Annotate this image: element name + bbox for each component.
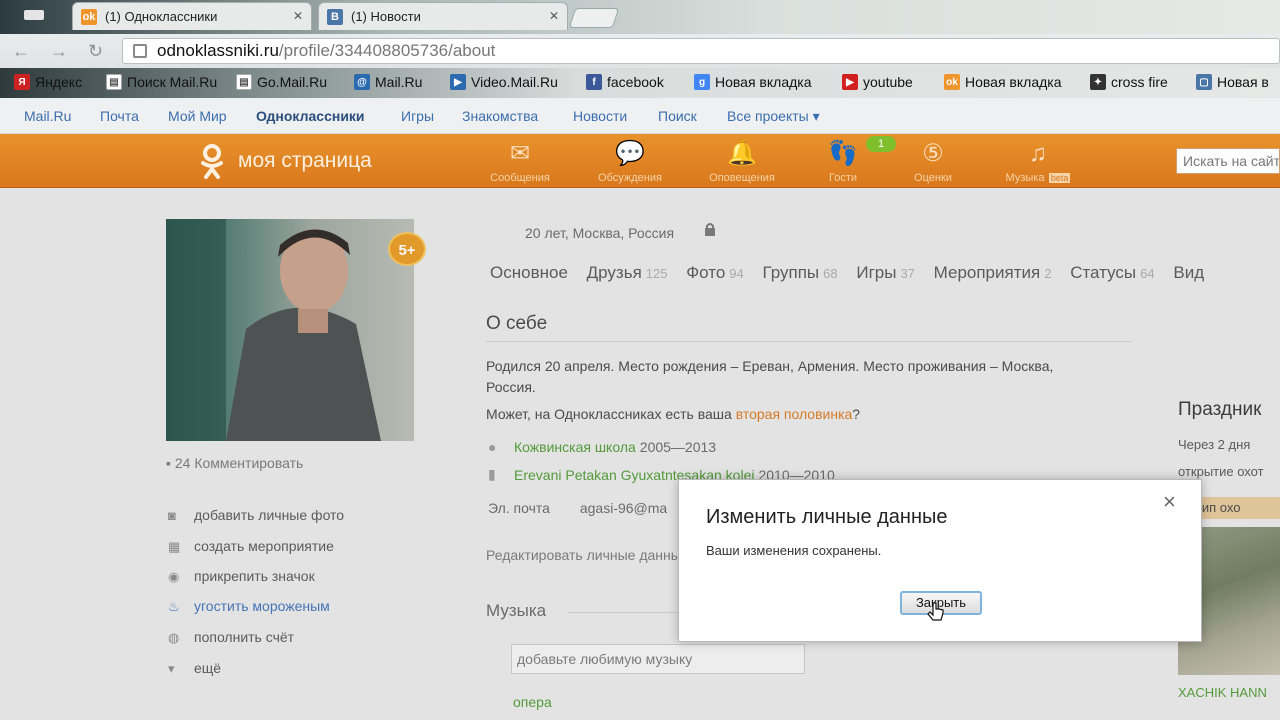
url-path: /profile/334408805736/about — [278, 41, 496, 60]
beta-badge: beta — [1048, 173, 1071, 183]
nav-mail[interactable]: Почта — [100, 108, 139, 124]
url-host: odnoklassniki.ru — [157, 41, 279, 60]
bookmark-go-mailru[interactable]: ▤ Go.Mail.Ru — [236, 74, 327, 90]
browser-toolbar: ← → ↻ odnoklassniki.ru/profile/334408805… — [0, 34, 1280, 68]
tab-odnoklassniki[interactable]: ok (1) Одноклассники ✕ — [72, 2, 312, 30]
browser-menu-icon[interactable] — [24, 10, 44, 20]
bookmark-yandex[interactable]: Я Яндекс — [14, 74, 82, 90]
close-icon[interactable]: ✕ — [549, 9, 559, 23]
bookmark-new-tab-ok[interactable]: ok Новая вкладка — [944, 74, 1062, 90]
nav-news[interactable]: Новости — [573, 108, 627, 124]
tab-title: (1) Новости — [351, 9, 421, 24]
new-tab-button[interactable] — [568, 8, 620, 28]
dialog-title: Изменить личные данные — [706, 506, 948, 528]
vk-logo-icon: В — [327, 8, 343, 25]
rating-icon: ⑤ — [922, 140, 944, 167]
document-icon: ▤ — [236, 74, 252, 90]
tab-news[interactable]: В (1) Новости ✕ — [318, 2, 568, 30]
vk-logo-icon: ▢ — [1196, 74, 1212, 90]
bookmark-new-tab-google[interactable]: g Новая вкладка — [694, 74, 812, 90]
crossfire-icon: ✦ — [1090, 74, 1106, 90]
forward-arrow-icon[interactable]: → — [50, 41, 68, 62]
envelope-icon: ✉ — [509, 140, 531, 167]
nav-games[interactable]: Игры — [401, 108, 434, 124]
youtube-icon: ▶ — [842, 74, 858, 90]
site-search-input[interactable]: Искать на сайте — [1176, 148, 1280, 174]
bookmark-new-tab-vk[interactable]: ▢ Новая в — [1196, 74, 1269, 90]
nav-my-world[interactable]: Мой Мир — [168, 108, 227, 124]
mailru-nav: Mail.Ru Почта Мой Мир Одноклассники Игры… — [0, 98, 1280, 134]
mailru-icon: @ — [354, 74, 370, 90]
my-page-link[interactable]: моя страница — [238, 149, 372, 173]
bookmark-search-mailru[interactable]: ▤ Поиск Mail.Ru — [106, 74, 217, 90]
close-icon[interactable]: ✕ — [293, 9, 303, 23]
ok-logo-icon: ok — [81, 8, 97, 25]
bell-icon: 🔔 — [727, 140, 757, 167]
tab-title: (1) Одноклассники — [105, 9, 218, 24]
video-icon: ▶ — [450, 74, 466, 90]
music-icon: ♫ — [1029, 140, 1047, 167]
nav-dating[interactable]: Знакомства — [462, 108, 538, 124]
reload-icon[interactable]: ↻ — [88, 41, 103, 62]
chat-icon: 💬 — [615, 140, 645, 167]
ratings-button[interactable]: ⑤ Оценки — [893, 140, 973, 186]
ok-logo-icon: ok — [944, 74, 960, 90]
notifications-button[interactable]: 🔔 Оповещения — [702, 140, 782, 186]
bookmark-mailru[interactable]: @ Mail.Ru — [354, 74, 422, 90]
google-icon: g — [694, 74, 710, 90]
nav-all-projects[interactable]: Все проекты ▾ — [727, 108, 820, 125]
nav-odnoklassniki[interactable]: Одноклассники — [256, 108, 365, 124]
back-arrow-icon[interactable]: ← — [12, 41, 30, 62]
messages-button[interactable]: ✉ Сообщения — [480, 140, 560, 186]
bookmark-cross-fire[interactable]: ✦ cross fire — [1090, 74, 1168, 90]
document-icon: ▤ — [106, 74, 122, 90]
bookmark-video-mailru[interactable]: ▶ Video.Mail.Ru — [450, 74, 558, 90]
music-button[interactable]: ♫ Музыка beta — [998, 140, 1078, 186]
discussions-button[interactable]: 💬 Обсуждения — [590, 140, 670, 186]
bookmarks-bar: Я Яндекс ▤ Поиск Mail.Ru ▤ Go.Mail.Ru @ Mail… — [0, 68, 1280, 98]
ok-header: моя страница ✉ Сообщения 💬 Обсуждения 🔔 … — [0, 134, 1280, 188]
bookmark-facebook[interactable]: f facebook — [586, 74, 664, 90]
yandex-icon: Я — [14, 74, 30, 90]
browser-tabbar: ok (1) Одноклассники ✕ В (1) Новости ✕ — [0, 0, 1280, 34]
ok-logo-icon[interactable] — [198, 143, 226, 179]
bookmark-youtube[interactable]: ▶ youtube — [842, 74, 913, 90]
guests-count-badge: 1 — [866, 136, 896, 152]
dialog-message: Ваши изменения сохранены. — [706, 543, 882, 558]
nav-mailru[interactable]: Mail.Ru — [24, 108, 71, 124]
close-icon[interactable]: × — [1163, 489, 1176, 515]
mouse-cursor-icon — [927, 602, 944, 621]
facebook-icon: f — [586, 74, 602, 90]
nav-search[interactable]: Поиск — [658, 108, 697, 124]
page-icon — [133, 44, 147, 58]
url-input[interactable]: odnoklassniki.ru/profile/334408805736/ab… — [122, 38, 1280, 64]
